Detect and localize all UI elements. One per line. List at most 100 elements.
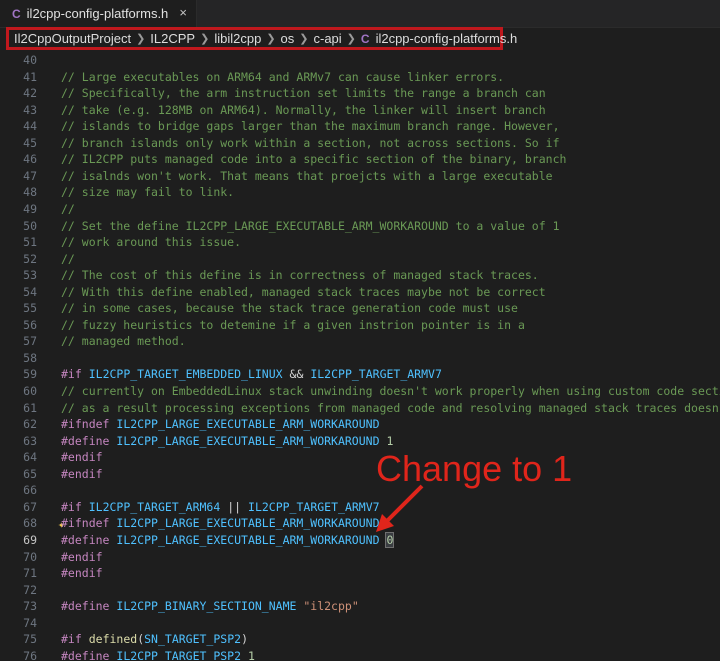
code-line[interactable]: 59 #if IL2CPP_TARGET_EMBEDDED_LINUX && IL… [0, 366, 720, 382]
line-number: 73 [23, 599, 37, 614]
line-number: 58 [23, 350, 37, 365]
code-line[interactable]: 63 #define IL2CPP_LARGE_EXECUTABLE_ARM_WO… [0, 433, 720, 449]
code-text: #endif [61, 466, 103, 482]
code-line[interactable]: 58 [0, 350, 720, 366]
code-token: #define [61, 433, 110, 448]
breadcrumb-item[interactable]: libil2cpp [214, 31, 261, 46]
line-number: 60 [23, 384, 37, 398]
code-line[interactable]: 61 // as a result processing exceptions f… [0, 400, 720, 416]
code-token: // Large executables on ARM64 and ARMv7 … [61, 69, 505, 84]
code-token: // Set the define IL2CPP_LARGE_EXECUTABL… [61, 218, 560, 233]
code-line[interactable]: 45 // branch islands only work within a s… [0, 135, 720, 151]
code-line[interactable]: 50 // Set the define IL2CPP_LARGE_EXECUTA… [0, 218, 720, 234]
code-line[interactable]: 74 [0, 615, 720, 631]
code-line[interactable]: 41 // Large executables on ARM64 and ARMv… [0, 69, 720, 85]
code-line[interactable]: 72 [0, 582, 720, 598]
line-number: 74 [23, 615, 37, 630]
line-number: 76 [23, 648, 37, 661]
code-text: // Large executables on ARM64 and ARMv7 … [61, 69, 504, 85]
code-token: // [61, 251, 75, 266]
breadcrumb-item[interactable]: os [281, 31, 295, 46]
code-text: // The cost of this define is in correct… [61, 267, 539, 283]
close-icon[interactable]: × [179, 5, 187, 20]
code-token: // IL2CPP puts managed code into a speci… [61, 152, 567, 167]
code-token: // fuzzy heuristics to detemine if a giv… [61, 317, 525, 332]
code-line[interactable]: 51 // work around this issue. [0, 234, 720, 250]
code-line[interactable]: 52 // [0, 251, 720, 267]
chevron-right-icon: ❯ [136, 33, 146, 45]
code-text: // work around this issue. [61, 234, 241, 250]
code-text: // IL2CPP puts managed code into a speci… [61, 151, 566, 167]
code-line[interactable]: 67 #if IL2CPP_TARGET_ARM64 || IL2CPP_TARG… [0, 499, 720, 515]
line-number: 69 [23, 532, 37, 547]
annotation-arrow [376, 484, 424, 532]
line-number: 59 [23, 367, 37, 382]
code-line[interactable]: 55 // in some cases, because the stack tr… [0, 300, 720, 316]
code-line[interactable]: 76 #define IL2CPP_TARGET_PSP2 1 [0, 648, 720, 661]
code-token: #endif [61, 566, 103, 581]
code-text: #ifndef IL2CPP_LARGE_EXECUTABLE_ARM_WORK… [61, 515, 380, 531]
code-text: #ifndef IL2CPP_LARGE_EXECUTABLE_ARM_WORK… [61, 416, 380, 432]
code-line[interactable]: 53 // The cost of this define is in corre… [0, 267, 720, 283]
tab-il2cpp-config-platforms[interactable]: C il2cpp-config-platforms.h × [0, 0, 197, 27]
code-line[interactable]: 54 // With this define enabled, managed s… [0, 284, 720, 300]
line-number: 55 [23, 301, 37, 316]
code-text: // size may fail to link. [61, 184, 234, 200]
code-line[interactable]: 73 #define IL2CPP_BINARY_SECTION_NAME "il… [0, 598, 720, 614]
code-text: #endif [61, 449, 103, 465]
code-line[interactable]: 65 #endif [0, 466, 720, 482]
line-number: 44 [23, 119, 37, 134]
breadcrumb-item[interactable]: c-api [313, 31, 341, 46]
line-number: 68 [23, 516, 37, 531]
code-line[interactable]: 62 #ifndef IL2CPP_LARGE_EXECUTABLE_ARM_WO… [0, 416, 720, 432]
line-number: 72 [23, 582, 37, 597]
code-line[interactable]: 57 // managed method. [0, 333, 720, 349]
code-token: // take (e.g. 128MB on ARM64). Normally,… [61, 102, 546, 117]
line-number: 54 [23, 284, 37, 299]
line-number: 49 [23, 201, 37, 216]
code-text: // isalnds won't work. That means that p… [61, 168, 553, 184]
code-line[interactable]: 40 [0, 53, 720, 68]
code-line[interactable]: 47 // isalnds won't work. That means that… [0, 168, 720, 184]
breadcrumb-item[interactable]: Il2CppOutputProject [14, 31, 131, 46]
line-number: 41 [23, 69, 37, 84]
code-token: defined [88, 632, 138, 647]
line-number: 62 [23, 417, 37, 432]
code-text: // Set the define IL2CPP_LARGE_EXECUTABL… [61, 218, 560, 234]
code-line[interactable]: 44 // islands to bridge gaps larger than … [0, 118, 720, 134]
code-line[interactable]: 46 // IL2CPP puts managed code into a spe… [0, 151, 720, 167]
code-line[interactable]: 71 #endif [0, 565, 720, 581]
code-text: #define IL2CPP_BINARY_SECTION_NAME "il2c… [61, 598, 359, 614]
code-token: IL2CPP_LARGE_EXECUTABLE_ARM_WORKAROUND [116, 516, 380, 531]
code-line[interactable]: 64 #endif [0, 449, 720, 465]
code-line[interactable]: 75 #if defined(SN_TARGET_PSP2) [0, 631, 720, 647]
breadcrumb-file[interactable]: il2cpp-config-platforms.h [376, 31, 518, 46]
code-token: // islands to bridge gaps larger than th… [61, 119, 560, 134]
code-text: // [61, 201, 75, 217]
code-line[interactable]: 43 // take (e.g. 128MB on ARM64). Normall… [0, 102, 720, 118]
code-editor[interactable]: 40 41 // Large executables on ARM64 and AR… [0, 53, 720, 661]
code-token: // currently on EmbeddedLinux stack unwi… [61, 384, 720, 398]
code-line[interactable]: 70 #endif [0, 549, 720, 565]
code-text: #if defined(SN_TARGET_PSP2) [61, 631, 248, 647]
code-text: // islands to bridge gaps larger than th… [61, 118, 560, 134]
breadcrumb-item[interactable]: IL2CPP [150, 31, 195, 46]
code-line[interactable]: 69 #define IL2CPP_LARGE_EXECUTABLE_ARM_WO… [0, 531, 720, 548]
code-line[interactable]: 49 // [0, 201, 720, 217]
code-text: // branch islands only work within a sec… [61, 135, 560, 151]
line-number: 57 [23, 334, 37, 349]
code-line[interactable]: 68 ✦ #ifndef IL2CPP_LARGE_EXECUTABLE_ARM_W… [0, 515, 720, 531]
chevron-right-icon: ❯ [346, 33, 356, 45]
code-line[interactable]: 60 // currently on EmbeddedLinux stack un… [0, 383, 720, 399]
code-token: #endif [61, 466, 103, 481]
code-line[interactable]: 42 // Specifically, the arm instruction s… [0, 85, 720, 101]
code-line[interactable]: 48 // size may fail to link. [0, 184, 720, 200]
code-token: IL2CPP_TARGET_EMBEDDED_LINUX [88, 367, 283, 382]
code-token: IL2CPP_TARGET_ARM64 [88, 499, 221, 514]
line-number: 50 [23, 218, 37, 233]
code-line[interactable]: 56 // fuzzy heuristics to detemine if a g… [0, 317, 720, 333]
code-line[interactable]: 66 [0, 482, 720, 498]
